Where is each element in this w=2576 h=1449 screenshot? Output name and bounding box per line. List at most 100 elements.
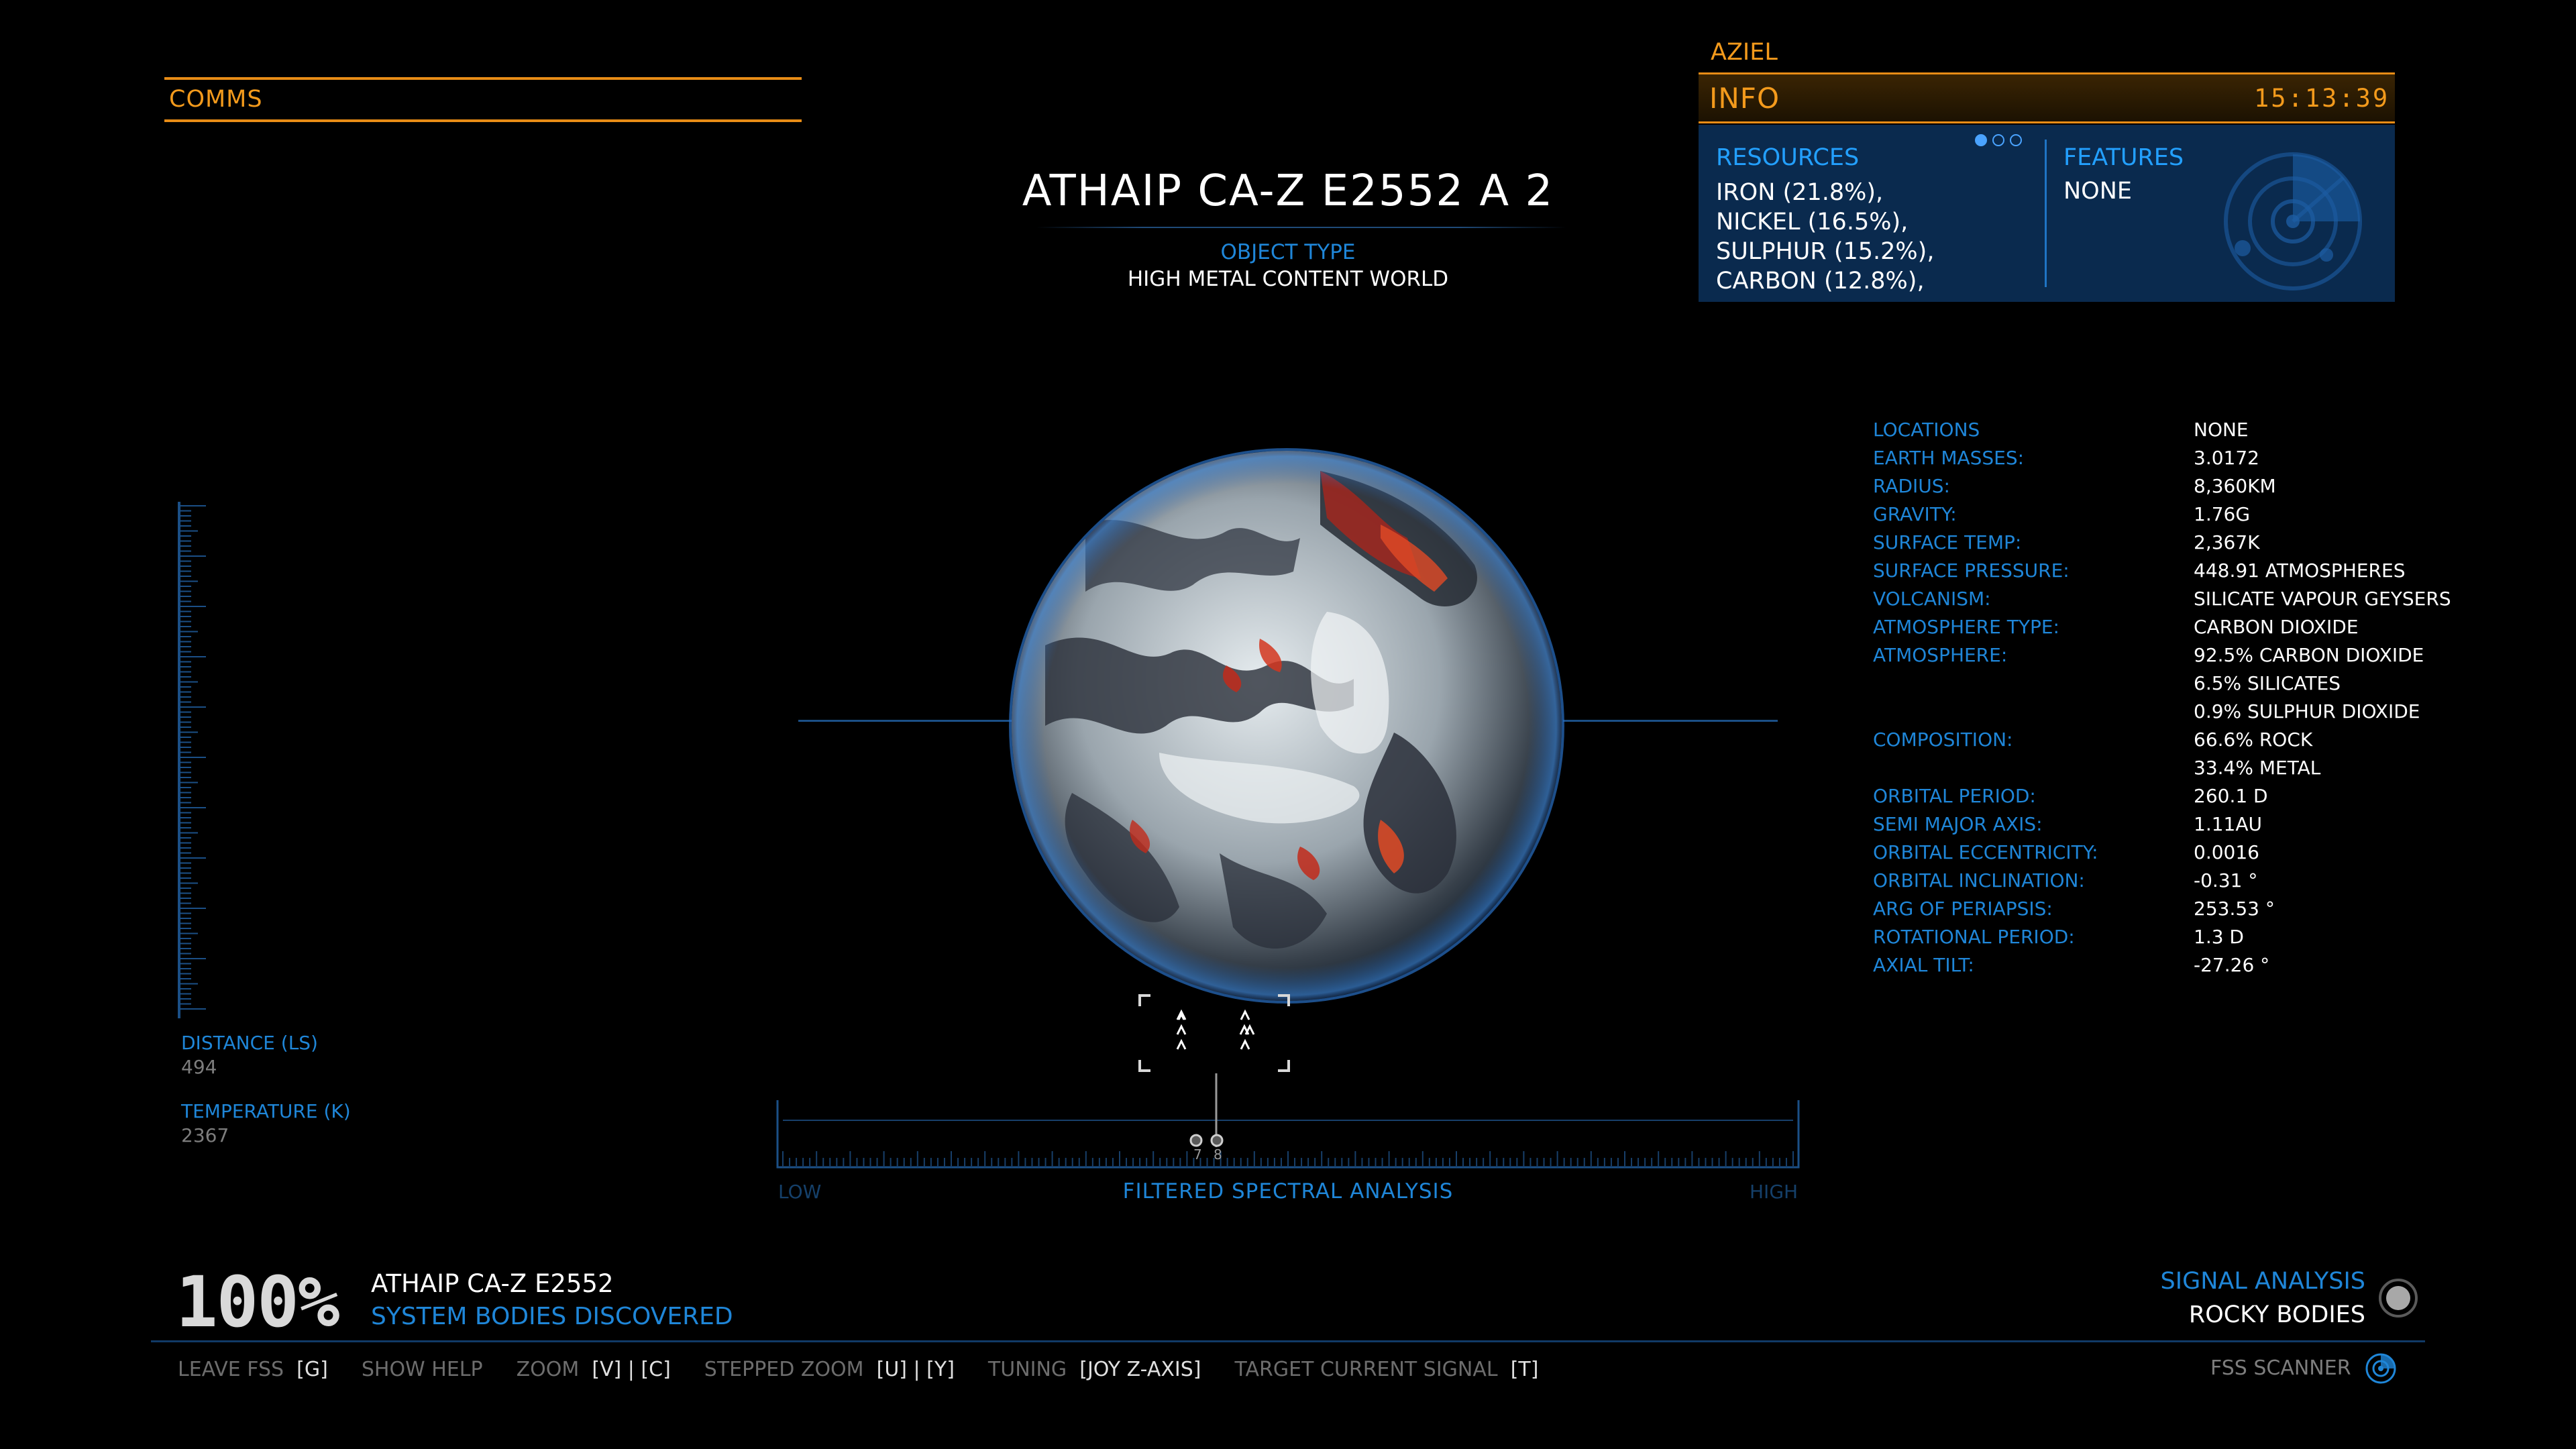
- property-value: -0.31 °: [2194, 869, 2258, 892]
- property-label: ARG OF PERIAPSIS:: [1873, 898, 2053, 920]
- resource-item: CARBON (12.8%),: [1716, 268, 1925, 294]
- control-label: TARGET CURRENT SIGNAL: [1234, 1358, 1498, 1381]
- fss-scanner-label: FSS SCANNER: [2210, 1356, 2351, 1380]
- spectrum-marker-label: 7: [1193, 1146, 1202, 1163]
- control-hint[interactable]: SHOW HELP: [362, 1358, 483, 1381]
- control-label: SHOW HELP: [361, 1358, 483, 1381]
- property-value: 1.3 D: [2194, 926, 2244, 948]
- resource-item: NICKEL (16.5%),: [1716, 209, 1909, 235]
- property-label: ATMOSPHERE:: [1873, 644, 2008, 666]
- property-value: 0.0016: [2194, 841, 2259, 863]
- page-dot[interactable]: [1992, 134, 2004, 146]
- property-label: EARTH MASSES:: [1873, 447, 2025, 469]
- property-row: GRAVITY: 1.76G: [1873, 500, 2544, 529]
- info-tab[interactable]: INFO: [1709, 82, 1780, 115]
- property-label: ATMOSPHERE TYPE:: [1873, 616, 2059, 638]
- property-value: 6.5% SILICATES: [2194, 672, 2341, 694]
- property-row: ORBITAL INCLINATION: -0.31 °: [1873, 867, 2544, 895]
- property-label: SURFACE PRESSURE:: [1873, 559, 2070, 582]
- property-label: AXIAL TILT:: [1873, 954, 1974, 976]
- property-value: 92.5% CARBON DIOXIDE: [2194, 644, 2424, 666]
- property-label: [1873, 698, 2194, 726]
- game-clock: 15:13:39: [2254, 84, 2390, 113]
- distance-label: DISTANCE (LS): [181, 1032, 318, 1054]
- property-value: 448.91 ATMOSPHERES: [2194, 559, 2406, 582]
- property-value: 1.11AU: [2194, 813, 2262, 835]
- property-label: [1873, 754, 2194, 782]
- control-hint[interactable]: TUNING [JOY Z-AXIS]: [988, 1358, 1201, 1381]
- property-row: AXIAL TILT: -27.26 °: [1873, 951, 2544, 979]
- comms-bottom-rule: [164, 119, 802, 122]
- horizon-line-right: [1563, 720, 1778, 722]
- property-row: VOLCANISM: SILICATE VAPOUR GEYSERS: [1873, 585, 2544, 613]
- property-row: RADIUS: 8,360KM: [1873, 472, 2544, 500]
- property-value: 1.76G: [2194, 503, 2251, 525]
- spectrum-title: FILTERED SPECTRAL ANALYSIS: [1122, 1179, 1454, 1203]
- property-row: ROTATIONAL PERIOD: 1.3 D: [1873, 923, 2544, 951]
- property-row: 0.9% SULPHUR DIOXIDE: [1873, 698, 2544, 726]
- discovery-percent: 100%: [176, 1261, 339, 1343]
- property-value: 260.1 D: [2194, 785, 2268, 807]
- system-name: ATHAIP CA-Z E2552: [371, 1269, 614, 1298]
- control-hint[interactable]: LEAVE FSS [G]: [178, 1358, 328, 1381]
- spectrum-marker-label: 8: [1214, 1146, 1222, 1163]
- property-value: 33.4% METAL: [2194, 757, 2321, 779]
- property-row: SURFACE PRESSURE: 448.91 ATMOSPHERES: [1873, 557, 2544, 585]
- object-type-value: HIGH METAL CONTENT WORLD: [1127, 267, 1449, 291]
- property-row: COMPOSITION: 66.6% ROCK: [1873, 726, 2544, 754]
- control-hint[interactable]: ZOOM [V] | [C]: [517, 1358, 671, 1381]
- property-value: 3.0172: [2194, 447, 2259, 469]
- horizon-line-left: [798, 720, 1013, 722]
- property-row: EARTH MASSES: 3.0172: [1873, 444, 2544, 472]
- property-row: 33.4% METAL: [1873, 754, 2544, 782]
- property-row: ATMOSPHERE: 92.5% CARBON DIOXIDE: [1873, 641, 2544, 669]
- comms-top-rule: [164, 77, 802, 80]
- control-hint[interactable]: STEPPED ZOOM [U] | [Y]: [704, 1358, 955, 1381]
- bottom-divider: [151, 1340, 2425, 1342]
- property-value: 0.9% SULPHUR DIOXIDE: [2194, 700, 2420, 722]
- control-label: ZOOM: [516, 1358, 580, 1381]
- property-label: ROTATIONAL PERIOD:: [1873, 926, 2075, 948]
- resources-list: IRON (21.8%), NICKEL (16.5%), SULPHUR (15.…: [1716, 178, 1934, 296]
- property-label: ORBITAL INCLINATION:: [1873, 869, 2085, 892]
- property-label: ORBITAL PERIOD:: [1873, 785, 2036, 807]
- title-divider: [1036, 227, 1566, 228]
- control-hint[interactable]: TARGET CURRENT SIGNAL [T]: [1235, 1358, 1539, 1381]
- control-keys: [JOY Z-AXIS]: [1067, 1358, 1201, 1381]
- body-properties: LOCATIONS NONE EARTH MASSES: 3.0172 RADIUS: 8…: [1873, 416, 2544, 979]
- info-pager[interactable]: [1975, 134, 2027, 149]
- discovery-status: SYSTEM BODIES DISCOVERED: [371, 1303, 733, 1330]
- page-dot[interactable]: [2010, 134, 2022, 146]
- property-row: SURFACE TEMP: 2,367K: [1873, 529, 2544, 557]
- radar-icon: [2224, 152, 2362, 290]
- property-row: ORBITAL ECCENTRICITY: 0.0016: [1873, 839, 2544, 867]
- resource-item: IRON (21.8%),: [1716, 179, 1884, 206]
- planet-view[interactable]: [1005, 444, 1568, 1008]
- property-label: LOCATIONS: [1873, 419, 1980, 441]
- targeting-reticle-icon: [1138, 994, 1290, 1072]
- temperature-label: TEMPERATURE (K): [181, 1100, 351, 1122]
- property-row: ATMOSPHERE TYPE: CARBON DIOXIDE: [1873, 613, 2544, 641]
- property-value: SILICATE VAPOUR GEYSERS: [2194, 588, 2451, 610]
- property-label: VOLCANISM:: [1873, 588, 1991, 610]
- object-type-label: OBJECT TYPE: [1220, 240, 1356, 264]
- fss-scanner-icon[interactable]: [2365, 1352, 2397, 1385]
- comms-tab[interactable]: COMMS: [169, 86, 263, 113]
- page-dot[interactable]: [1975, 134, 1987, 146]
- spectrum-high-label: HIGH: [1750, 1181, 1799, 1203]
- signal-knob-icon[interactable]: [2378, 1278, 2418, 1318]
- property-value: CARBON DIOXIDE: [2194, 616, 2359, 638]
- distance-scale: [178, 502, 206, 1018]
- control-label: LEAVE FSS: [178, 1358, 284, 1381]
- body-title: ATHAIP CA-Z E2552 A 2: [1022, 166, 1554, 216]
- signal-analysis-label: SIGNAL ANALYSIS: [2160, 1268, 2365, 1295]
- property-value: 8,360KM: [2194, 475, 2276, 497]
- distance-value: 494: [181, 1056, 217, 1078]
- spectrum-analyzer[interactable]: 78: [775, 1073, 1801, 1174]
- property-value: 253.53 °: [2194, 898, 2275, 920]
- property-row: LOCATIONS NONE: [1873, 416, 2544, 444]
- control-keys: [V] | [C]: [579, 1358, 671, 1381]
- control-keys: [U] | [Y]: [863, 1358, 955, 1381]
- resources-title: RESOURCES: [1716, 144, 1860, 171]
- property-row: SEMI MAJOR AXIS: 1.11AU: [1873, 810, 2544, 839]
